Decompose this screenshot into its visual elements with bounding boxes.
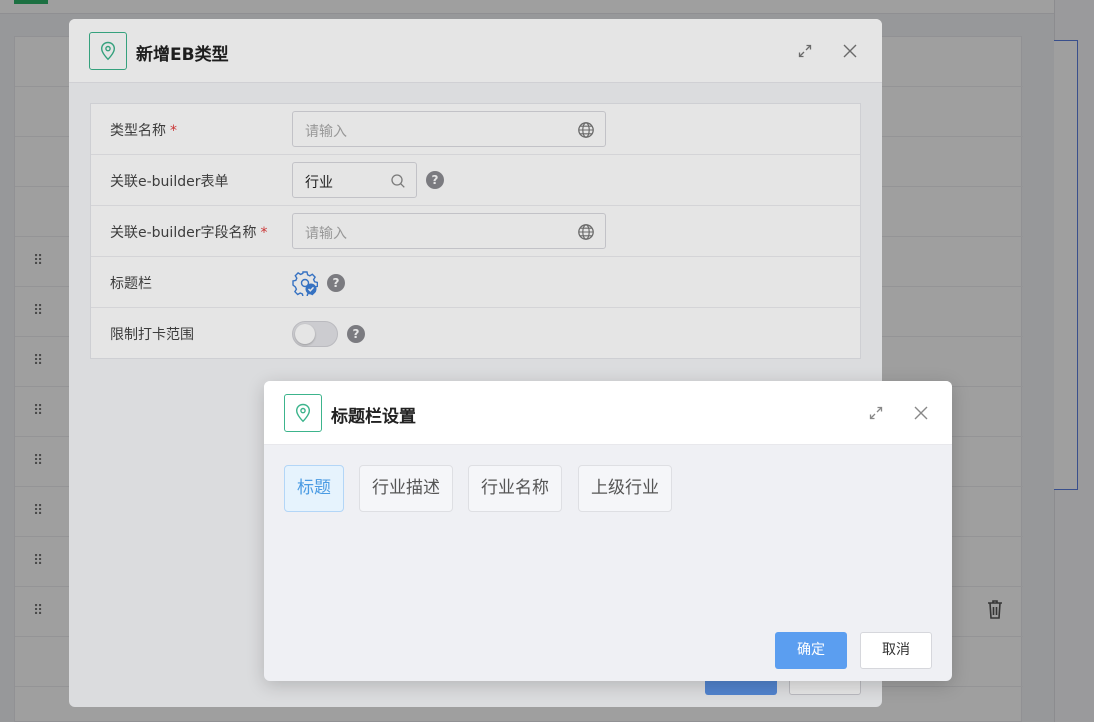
tag-title[interactable]: 标题 [284, 465, 344, 512]
tag-parent-industry[interactable]: 上级行业 [578, 465, 672, 512]
dialog-header: 标题栏设置 [264, 381, 952, 445]
tag-industry-name[interactable]: 行业名称 [468, 465, 562, 512]
expand-icon[interactable] [868, 405, 884, 421]
close-icon[interactable] [913, 405, 929, 421]
confirm-button[interactable]: 确定 [775, 632, 847, 669]
cancel-button[interactable]: 取消 [860, 632, 932, 669]
title-bar-settings-dialog: 标题栏设置 标题 行业描述 行业名称 上级行业 确定 取消 [264, 381, 952, 681]
tag-industry-description[interactable]: 行业描述 [359, 465, 453, 512]
dialog-title: 标题栏设置 [331, 407, 416, 427]
location-pin-icon [284, 394, 322, 432]
